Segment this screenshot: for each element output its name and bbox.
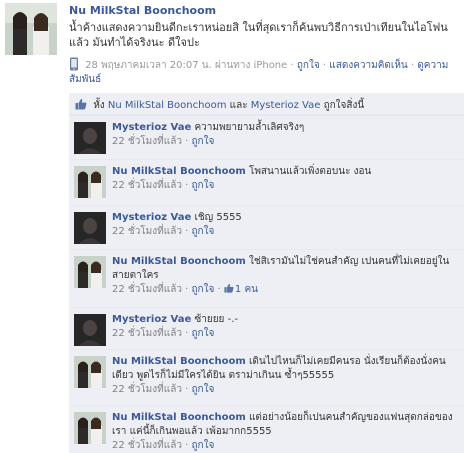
comment-item: Mysterioz Vae เชิญ 5555 22 ชั่วโมงที่แล้…	[69, 205, 464, 249]
liker-name-1[interactable]: Nu MilkStal Boonchoom	[108, 100, 227, 111]
comment-time[interactable]: 22 ชั่วโมงที่แล้ว	[112, 180, 182, 191]
commenter-avatar[interactable]	[74, 412, 106, 444]
comment-text: เชิญ 5555	[194, 212, 242, 223]
comment-time[interactable]: 22 ชั่วโมงที่แล้ว	[112, 136, 182, 147]
post-author-name[interactable]: Nu MilkStal Boonchoom	[69, 4, 216, 17]
story-post: Nu MilkStal Boonchoom น้ำค้างแสดงความยิน…	[0, 0, 467, 453]
feedback-box: หั้ง Nu MilkStal Boonchoom และ Mysterioz…	[69, 93, 464, 453]
comment-link[interactable]: แสดงความคิดเห็น	[329, 60, 407, 71]
comment-like-link[interactable]: ถูกใจ	[192, 136, 215, 147]
mobile-phone-icon	[70, 57, 78, 71]
comment-time[interactable]: 22 ชั่วโมงที่แล้ว	[112, 226, 182, 237]
comment-author[interactable]: Nu MilkStal Boonchoom	[112, 412, 246, 423]
separator-dot: ·	[185, 440, 189, 451]
comment-item: Nu MilkStal Boonchoom ใช่สิเรามันไม่ใช่ค…	[69, 249, 464, 307]
commenter-avatar[interactable]	[74, 256, 106, 288]
comment-text: ความพยายามล้ำเลิศจริงๆ	[194, 122, 305, 133]
comment-like-link[interactable]: ถูกใจ	[192, 180, 215, 191]
likes-and: และ	[229, 100, 248, 111]
commenter-avatar[interactable]	[74, 356, 106, 388]
comment-like-link[interactable]: ถูกใจ	[192, 384, 215, 395]
avatar-photo-image	[74, 356, 106, 388]
avatar-dark-image	[74, 212, 106, 244]
comment-like-link[interactable]: ถูกใจ	[192, 226, 215, 237]
comment-like-link[interactable]: ถูกใจ	[192, 284, 215, 295]
comment-meta: 22 ชั่วโมงที่แล้ว · ถูกใจ	[112, 179, 457, 193]
comment-body: Nu MilkStal Boonchoom เดินไปไหนก็ไม่เคยม…	[112, 355, 457, 397]
comment-body: Mysterioz Vae ซ้ายยย -.- 22 ชั่วโมงที่แล…	[112, 313, 457, 341]
separator-dot: ·	[217, 284, 221, 295]
comment-body: Mysterioz Vae เชิญ 5555 22 ชั่วโมงที่แล้…	[112, 211, 457, 239]
avatar-photo-image	[74, 166, 106, 198]
comment-body: Nu MilkStal Boonchoom แต่อย่างน้อยก็เปนค…	[112, 411, 457, 453]
comment-time[interactable]: 22 ชั่วโมงที่แล้ว	[112, 384, 182, 395]
comment-author[interactable]: Nu MilkStal Boonchoom	[112, 166, 246, 177]
comment-author[interactable]: Mysterioz Vae	[112, 212, 191, 223]
comment-time[interactable]: 22 ชั่วโมงที่แล้ว	[112, 284, 182, 295]
separator-dot: ·	[185, 284, 189, 295]
commenter-avatar[interactable]	[74, 212, 106, 244]
post-message: น้ำค้างแสดงความยินดีกะเราหน่อยสิ ในที่สุ…	[69, 21, 448, 49]
comment-body: Mysterioz Vae ความพยายามล้ำเลิศจริงๆ 22 …	[112, 121, 457, 149]
comment-time[interactable]: 22 ชั่วโมงที่แล้ว	[112, 328, 182, 339]
comment-item: Nu MilkStal Boonchoom แต่อย่างน้อยก็เปนค…	[69, 405, 464, 453]
comment-like-link[interactable]: ถูกใจ	[192, 328, 215, 339]
profile-photo-image	[5, 3, 57, 55]
thumbs-up-icon	[75, 98, 87, 110]
comment-body: Nu MilkStal Boonchoom โพสนานแล้วเพิ่งตอบ…	[112, 165, 457, 193]
thumbs-up-icon	[224, 283, 234, 293]
avatar-photo-image	[74, 256, 106, 288]
commenter-avatar[interactable]	[74, 122, 106, 154]
commenter-avatar[interactable]	[74, 314, 106, 346]
comment-text: ซ้ายยย -.-	[194, 314, 238, 325]
likes-suffix: ถูกใจสิ่งนี้	[323, 100, 365, 111]
comment-meta: 22 ชั่วโมงที่แล้ว · ถูกใจ	[112, 439, 457, 453]
likes-count-label: 1 คน	[234, 284, 258, 295]
comment-like-link[interactable]: ถูกใจ	[192, 440, 215, 451]
comment-likes-count[interactable]: 1 คน	[224, 283, 258, 295]
comment-meta: 22 ชั่วโมงที่แล้ว · ถูกใจ	[112, 383, 457, 397]
separator-dot: ·	[185, 180, 189, 191]
separator-dot: ·	[290, 60, 294, 71]
commenter-avatar[interactable]	[74, 166, 106, 198]
avatar-dark-image	[74, 122, 106, 154]
post-timestamp[interactable]: 28 พฤษภาคมเวลา 20:07 น. ผ่านทาง iPhone	[85, 60, 287, 71]
comment-item: Nu MilkStal Boonchoom โพสนานแล้วเพิ่งตอบ…	[69, 159, 464, 205]
comment-author[interactable]: Nu MilkStal Boonchoom	[112, 356, 246, 367]
comment-time[interactable]: 22 ชั่วโมงที่แล้ว	[112, 440, 182, 451]
likes-prefix: หั้ง	[93, 100, 105, 111]
separator-dot: ·	[185, 136, 189, 147]
post-meta-line: 28 พฤษภาคมเวลา 20:07 น. ผ่านทาง iPhone ·…	[69, 57, 464, 87]
separator-dot: ·	[185, 328, 189, 339]
liker-name-2[interactable]: Mysterioz Vae	[251, 100, 321, 111]
comment-body: Nu MilkStal Boonchoom ใช่สิเรามันไม่ใช่ค…	[112, 255, 457, 297]
avatar-photo-image	[74, 412, 106, 444]
comment-text: โพสนานแล้วเพิ่งตอบนะ งอน	[248, 166, 372, 177]
comment-meta: 22 ชั่วโมงที่แล้ว · ถูกใจ	[112, 135, 457, 149]
comment-author[interactable]: Mysterioz Vae	[112, 314, 191, 325]
comment-author[interactable]: Mysterioz Vae	[112, 122, 191, 133]
comment-item: Mysterioz Vae ซ้ายยย -.- 22 ชั่วโมงที่แล…	[69, 307, 464, 349]
separator-dot: ·	[322, 60, 327, 71]
avatar-dark-image	[74, 314, 106, 346]
comment-item: Nu MilkStal Boonchoom เดินไปไหนก็ไม่เคยม…	[69, 349, 464, 405]
separator-dot: ·	[185, 226, 189, 237]
separator-dot: ·	[185, 384, 189, 395]
comment-item: Mysterioz Vae ความพยายามล้ำเลิศจริงๆ 22 …	[69, 115, 464, 159]
separator-dot: ·	[410, 60, 415, 71]
likes-summary: หั้ง Nu MilkStal Boonchoom และ Mysterioz…	[69, 93, 464, 115]
like-link[interactable]: ถูกใจ	[297, 60, 320, 71]
comment-meta: 22 ชั่วโมงที่แล้ว · ถูกใจ	[112, 225, 457, 239]
author-profile-photo[interactable]	[5, 3, 57, 55]
comment-meta: 22 ชั่วโมงที่แล้ว · ถูกใจ	[112, 327, 457, 341]
comment-author[interactable]: Nu MilkStal Boonchoom	[112, 256, 246, 267]
comment-meta: 22 ชั่วโมงที่แล้ว · ถูกใจ · 1 คน	[112, 283, 457, 297]
